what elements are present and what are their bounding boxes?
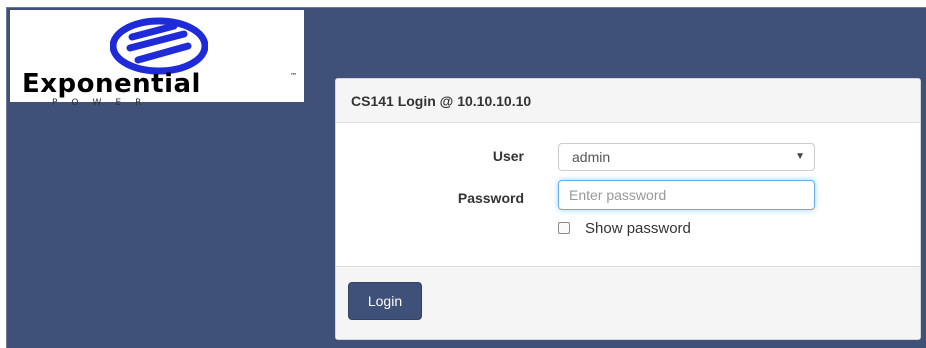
chevron-down-icon: ▼ (795, 151, 805, 162)
brand-name: Exponential (22, 69, 201, 99)
login-button[interactable]: Login (348, 282, 422, 320)
screen: Exponential ™ POWER CS141 Login @ 10.10.… (0, 0, 926, 348)
user-select[interactable]: admin ▼ (558, 143, 815, 171)
login-panel: CS141 Login @ 10.10.10.10 User admin ▼ P… (335, 78, 921, 340)
user-label: User (492, 148, 524, 164)
brand-tagline: POWER (52, 98, 156, 108)
login-form: User admin ▼ Password Show password (336, 123, 920, 269)
login-title: CS141 Login @ 10.10.10.10 (351, 93, 532, 109)
brand-logo: Exponential ™ POWER (10, 10, 304, 108)
user-select-value: admin (572, 149, 611, 165)
show-password-checkbox[interactable] (558, 222, 570, 234)
exponential-power-logo-icon (110, 17, 208, 75)
trademark-symbol: ™ (290, 72, 297, 80)
show-password-label[interactable]: Show password (585, 220, 691, 238)
login-panel-footer: Login (336, 266, 920, 339)
password-label: Password (457, 190, 524, 206)
password-input[interactable] (558, 180, 815, 210)
login-panel-header: CS141 Login @ 10.10.10.10 (336, 79, 920, 123)
